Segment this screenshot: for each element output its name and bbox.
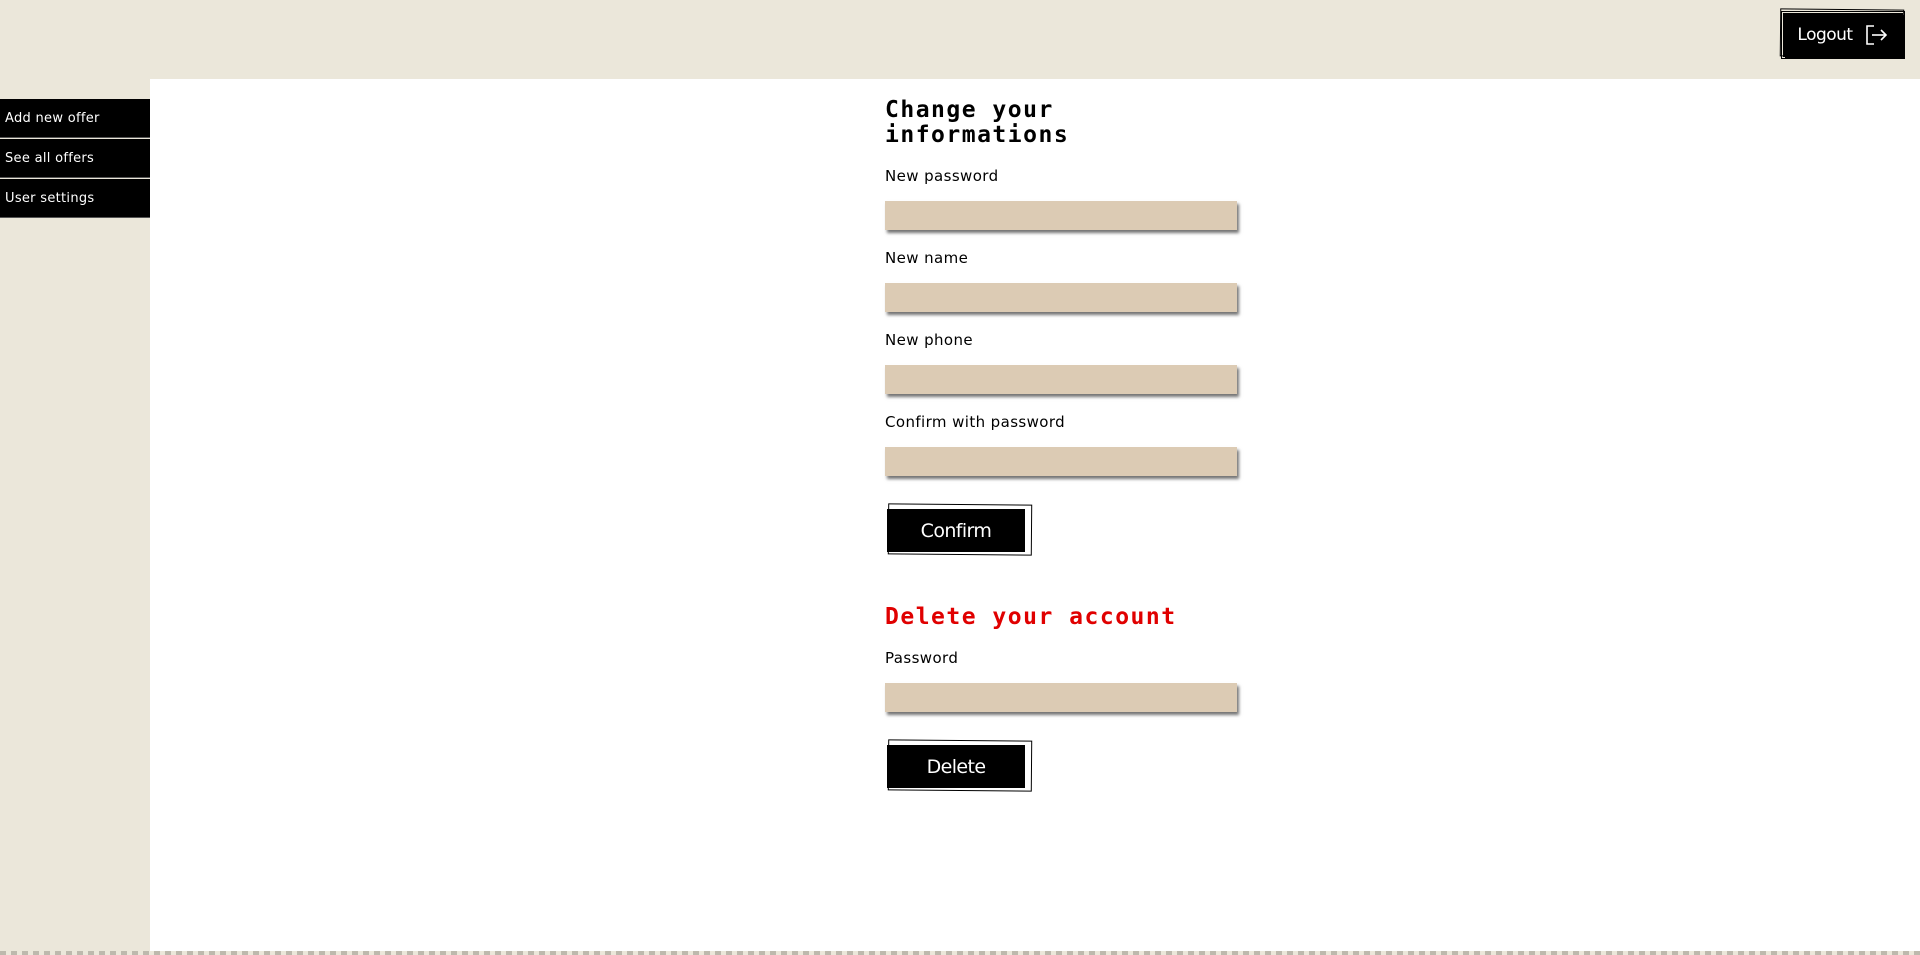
logout-arrow-icon [1865, 24, 1889, 46]
sidebar: Add new offer See all offers User settin… [0, 79, 150, 955]
delete-button[interactable]: Delete [885, 743, 1027, 790]
change-info-title: Change your informations [885, 97, 1070, 148]
delete-password-label: Password [885, 649, 959, 667]
new-name-label: New name [885, 249, 969, 267]
new-password-label: New password [885, 167, 999, 185]
delete-account-title: Delete your account [885, 604, 1177, 630]
new-phone-label: New phone [885, 331, 974, 349]
sidebar-item-user-settings[interactable]: User settings [0, 179, 150, 218]
confirm-password-field[interactable] [885, 447, 1237, 476]
sidebar-item-add-new-offer[interactable]: Add new offer [0, 99, 150, 138]
new-phone-field[interactable] [885, 365, 1237, 394]
new-password-field[interactable] [885, 201, 1237, 230]
bottom-edge [0, 951, 1920, 955]
top-bar: Logout [0, 0, 1920, 79]
confirm-password-label: Confirm with password [885, 413, 1066, 431]
main-content: Change your informations New password Ne… [150, 79, 1920, 951]
sidebar-item-see-all-offers[interactable]: See all offers [0, 139, 150, 178]
logout-button[interactable]: Logout [1783, 13, 1903, 57]
new-name-field[interactable] [885, 283, 1237, 312]
confirm-button[interactable]: Confirm [885, 507, 1027, 554]
logout-button-label: Logout [1797, 25, 1853, 45]
delete-password-field[interactable] [885, 683, 1237, 712]
